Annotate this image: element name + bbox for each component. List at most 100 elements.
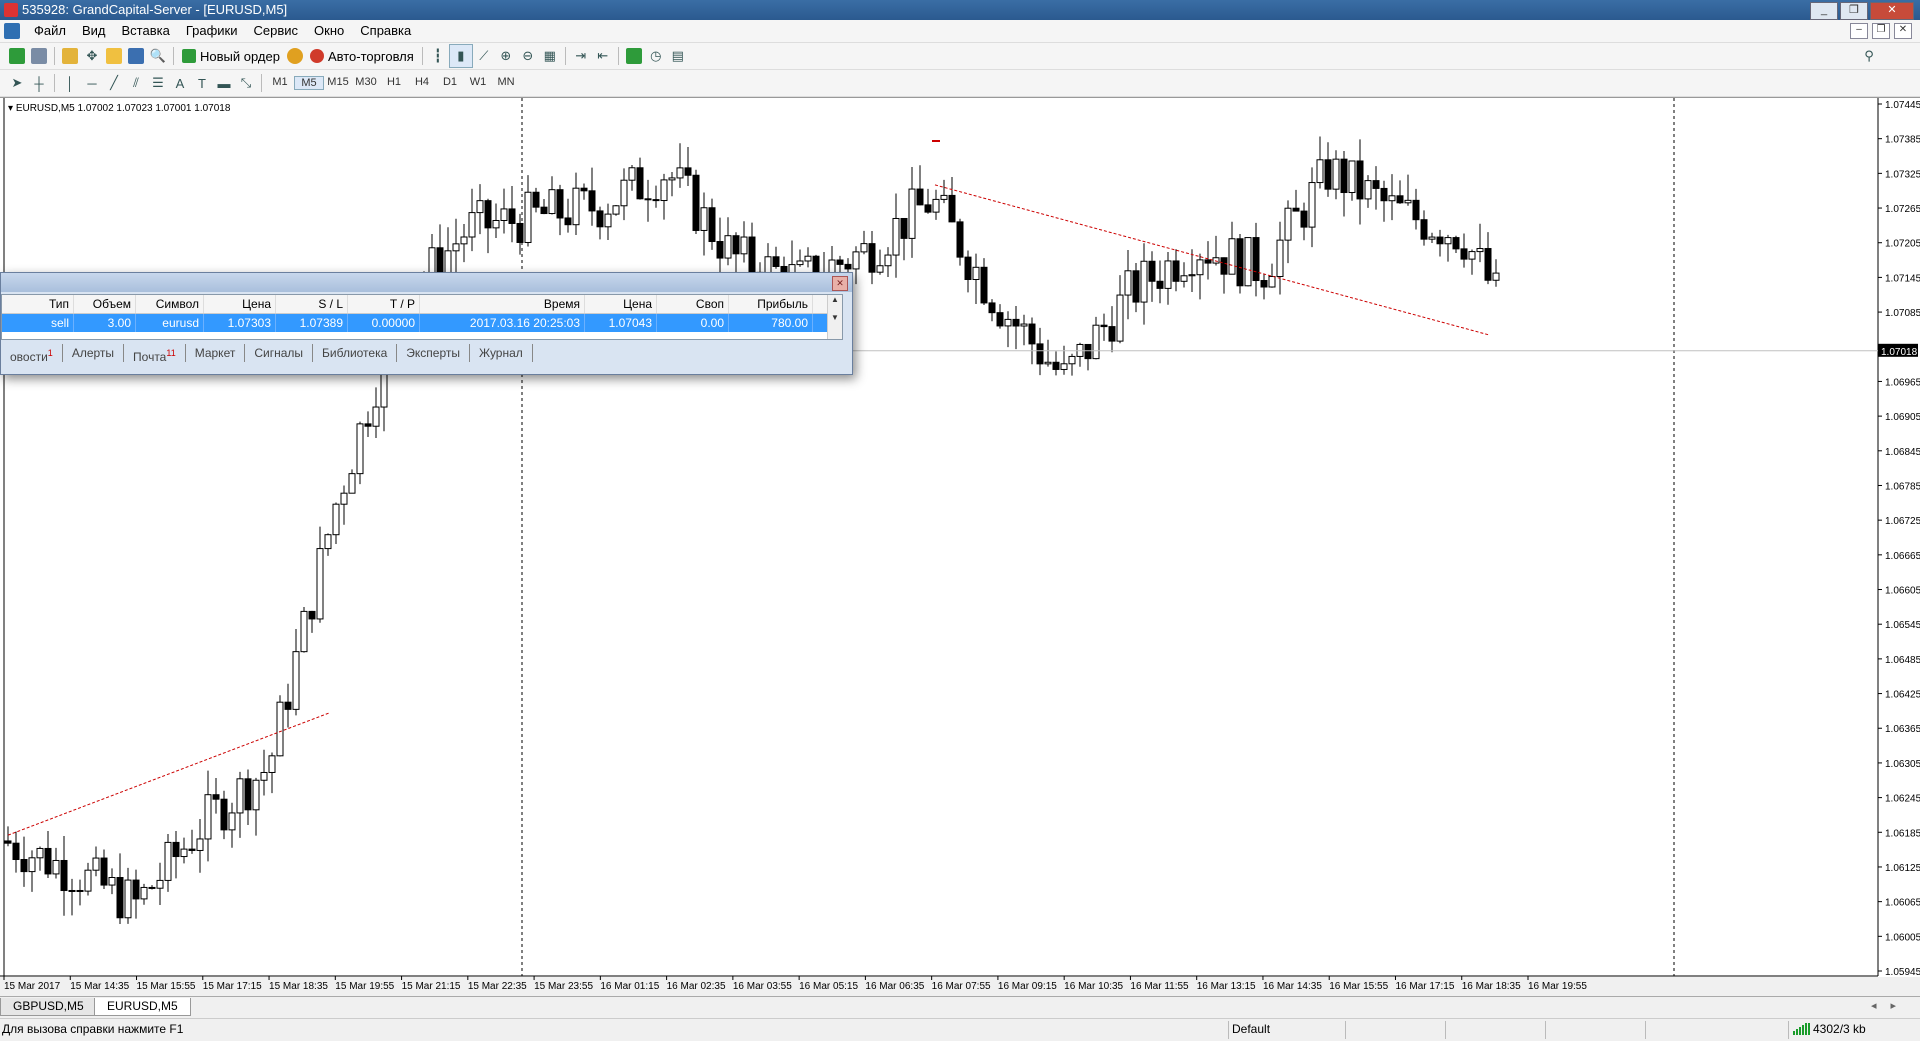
- fibonacci-icon[interactable]: ☰: [147, 72, 169, 94]
- terminal-tab[interactable]: Маркет: [186, 344, 246, 362]
- timeframe-w1-button[interactable]: W1: [464, 76, 492, 90]
- column-header[interactable]: Прибыль: [729, 295, 813, 313]
- table-scrollbar[interactable]: ▲ ▼: [827, 295, 842, 339]
- candle-body: [300, 610, 308, 653]
- price-label: 1.06845: [1885, 447, 1920, 458]
- candle-body: [988, 302, 996, 314]
- time-label: 16 Mar 18:35: [1462, 981, 1521, 992]
- data-window-icon[interactable]: ✥: [81, 45, 103, 67]
- timeframe-m30-button[interactable]: M30: [352, 76, 380, 90]
- menu-item[interactable]: Графики: [178, 20, 246, 42]
- terminal-tab[interactable]: Почта11: [124, 344, 186, 364]
- tile-windows-icon[interactable]: ▦: [539, 45, 561, 67]
- terminal-tab[interactable]: Сигналы: [245, 344, 314, 362]
- terminal-tab[interactable]: Алерты: [63, 344, 125, 362]
- chart-area[interactable]: 1.07445 1.07385 1.07325 1.07265 1.07205 1.071…: [0, 97, 1920, 992]
- strategy-tester-icon[interactable]: 🔍: [147, 45, 169, 67]
- menu-item[interactable]: Сервис: [246, 20, 307, 42]
- timeframe-h1-button[interactable]: H1: [380, 76, 408, 90]
- bar-chart-icon[interactable]: ┇: [427, 45, 449, 67]
- column-header[interactable]: Символ: [136, 295, 204, 313]
- chart-menu-icon[interactable]: ▾: [8, 103, 16, 114]
- trendline-icon[interactable]: ╱: [103, 72, 125, 94]
- close-button[interactable]: ✕: [1870, 2, 1914, 20]
- terminal-tab[interactable]: Эксперты: [397, 344, 470, 362]
- candlestick-chart-icon[interactable]: ▮: [448, 44, 473, 68]
- timeframe-m15-button[interactable]: M15: [324, 76, 352, 90]
- chart-tab-gbpusd[interactable]: GBPUSD,M5: [0, 998, 97, 1016]
- column-header[interactable]: S / L: [276, 295, 348, 313]
- table-cell: 1.07303: [204, 314, 276, 332]
- text-label-icon[interactable]: T: [191, 72, 213, 94]
- menu-item[interactable]: Файл: [26, 20, 74, 42]
- maximize-button[interactable]: ❐: [1840, 2, 1868, 20]
- chart-tab-eurusd[interactable]: EURUSD,M5: [94, 998, 191, 1016]
- new-order-button[interactable]: Новый ордер: [178, 49, 284, 64]
- arrows-icon[interactable]: ▬: [213, 72, 235, 94]
- autoscroll-icon[interactable]: ⇥: [570, 45, 592, 67]
- column-header[interactable]: Время: [420, 295, 585, 313]
- mdi-restore-button[interactable]: ❐: [1872, 23, 1890, 39]
- candle-body: [1092, 324, 1100, 360]
- navigator-icon[interactable]: [103, 45, 125, 67]
- shapes-icon[interactable]: ⤡: [235, 72, 257, 94]
- crosshair-icon[interactable]: ┼: [28, 72, 50, 94]
- menu-item[interactable]: Вставка: [114, 20, 178, 42]
- column-header[interactable]: Тип: [2, 295, 74, 313]
- timeframe-m5-button[interactable]: M5: [294, 76, 324, 90]
- search-icon[interactable]: ⚲: [1858, 45, 1880, 67]
- terminal-tab[interactable]: Библиотека: [313, 344, 398, 362]
- menu-item[interactable]: Справка: [352, 20, 419, 42]
- indicators-icon[interactable]: [623, 45, 645, 67]
- auto-trading-button[interactable]: Авто-торговля: [306, 49, 418, 64]
- terminal-tab[interactable]: Журнал: [470, 344, 533, 362]
- chart-shift-icon[interactable]: ⇤: [592, 45, 614, 67]
- terminal-tab[interactable]: овости1: [1, 344, 63, 364]
- candle-body: [652, 199, 660, 202]
- timeframe-d1-button[interactable]: D1: [436, 76, 464, 90]
- vertical-line-icon[interactable]: │: [59, 72, 81, 94]
- candle-body: [1404, 199, 1412, 204]
- column-header[interactable]: Объем: [74, 295, 136, 313]
- periods-icon[interactable]: ◷: [645, 45, 667, 67]
- candle-body: [1308, 182, 1316, 228]
- mdi-close-button[interactable]: ✕: [1894, 23, 1912, 39]
- text-icon[interactable]: A: [169, 72, 191, 94]
- toolbar-separator: [54, 47, 55, 65]
- candle-body: [980, 266, 988, 304]
- chart-window-icon[interactable]: [4, 23, 20, 39]
- column-header[interactable]: Цена: [585, 295, 657, 313]
- zoom-out-icon[interactable]: ⊖: [517, 45, 539, 67]
- equidistant-channel-icon[interactable]: ⫽: [125, 72, 147, 94]
- candle-body: [1020, 323, 1028, 327]
- new-chart-icon[interactable]: [6, 45, 28, 67]
- horizontal-line-icon[interactable]: ─: [81, 72, 103, 94]
- timeframe-m1-button[interactable]: M1: [266, 76, 294, 90]
- price-label: 1.06125: [1885, 863, 1920, 874]
- column-header[interactable]: Цена: [204, 295, 276, 313]
- menu-item[interactable]: Окно: [306, 20, 352, 42]
- candle-body: [340, 492, 348, 505]
- timeframe-h4-button[interactable]: H4: [408, 76, 436, 90]
- profiles-icon[interactable]: [28, 45, 50, 67]
- meta-editor-icon[interactable]: [284, 45, 306, 67]
- line-chart-icon[interactable]: ⟋: [473, 45, 495, 67]
- column-header[interactable]: T / P: [348, 295, 420, 313]
- column-header[interactable]: Своп: [657, 295, 729, 313]
- templates-icon[interactable]: ▤: [667, 45, 689, 67]
- table-row[interactable]: sell 3.00 eurusd 1.07303 1.07389 0.00000 2017.…: [2, 314, 828, 332]
- price-label: 1.06485: [1885, 655, 1920, 666]
- mdi-minimize-button[interactable]: –: [1850, 23, 1868, 39]
- candle-body: [532, 191, 540, 208]
- terminal-icon[interactable]: [125, 45, 147, 67]
- market-watch-icon[interactable]: [59, 45, 81, 67]
- timeframe-mn-button[interactable]: MN: [492, 76, 520, 90]
- cursor-icon[interactable]: ➤: [6, 72, 28, 94]
- candle-body: [628, 167, 636, 181]
- zoom-in-icon[interactable]: ⊕: [495, 45, 517, 67]
- minimize-button[interactable]: _: [1810, 2, 1838, 20]
- candle-body: [172, 841, 180, 858]
- tab-scroll-arrows[interactable]: ◂▸: [1871, 999, 1910, 1012]
- menu-item[interactable]: Вид: [74, 20, 114, 42]
- close-icon[interactable]: ✕: [832, 276, 848, 291]
